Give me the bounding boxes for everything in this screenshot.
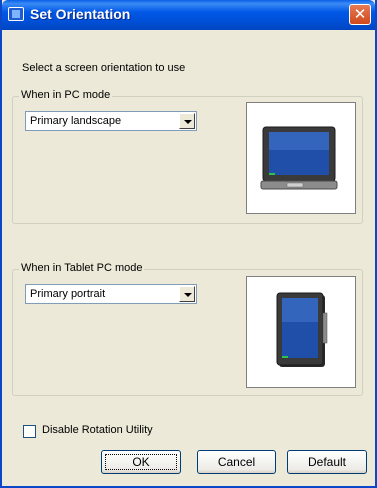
tablet-mode-group: When in Tablet PC mode Primary portrait — [12, 262, 363, 396]
display-settings-icon — [8, 7, 24, 21]
close-button[interactable]: ✕ — [349, 4, 371, 25]
default-button-label: Default — [307, 455, 347, 469]
tablet-mode-preview — [246, 276, 356, 388]
chevron-down-icon[interactable] — [179, 286, 195, 302]
cancel-button[interactable]: Cancel — [197, 450, 276, 474]
set-orientation-dialog: Set Orientation ✕ Select a screen orient… — [0, 0, 377, 488]
pc-mode-legend: When in PC mode — [19, 89, 113, 101]
pc-mode-orientation-select[interactable]: Primary landscape — [25, 111, 197, 131]
instruction-text: Select a screen orientation to use — [22, 62, 186, 74]
chevron-down-icon[interactable] — [179, 113, 195, 129]
portrait-tablet-pc-icon — [276, 292, 328, 367]
close-icon: ✕ — [353, 6, 367, 23]
pc-mode-selected-value: Primary landscape — [30, 115, 122, 127]
ok-button-label: OK — [132, 455, 150, 469]
pc-mode-group: When in PC mode Primary landscape — [12, 89, 363, 224]
disable-rotation-label[interactable]: Disable Rotation Utility — [42, 424, 153, 436]
title-bar[interactable]: Set Orientation ✕ — [2, 0, 375, 30]
tablet-mode-orientation-select[interactable]: Primary portrait — [25, 284, 197, 304]
disable-rotation-checkbox[interactable] — [23, 425, 36, 438]
tablet-mode-legend: When in Tablet PC mode — [19, 262, 145, 274]
ok-button[interactable]: OK — [101, 450, 181, 474]
tablet-mode-selected-value: Primary portrait — [30, 288, 106, 300]
window-title: Set Orientation — [30, 6, 131, 22]
landscape-tablet-pc-icon — [260, 126, 338, 190]
cancel-button-label: Cancel — [217, 455, 256, 469]
pc-mode-preview — [246, 102, 356, 214]
default-button[interactable]: Default — [287, 450, 367, 474]
